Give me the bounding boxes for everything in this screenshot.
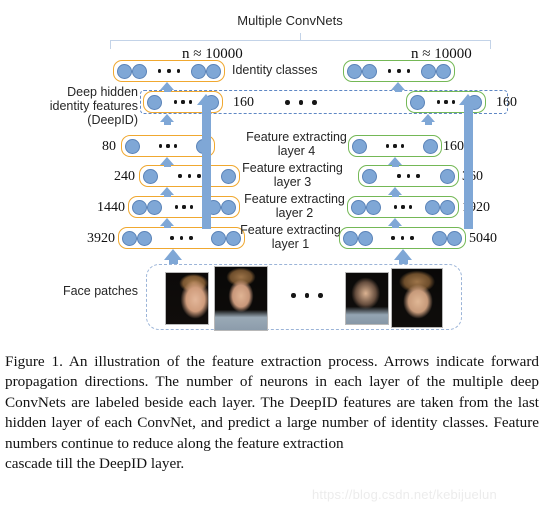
caption-body: Figure 1. An illustration of the feature… [5,353,539,452]
ellipsis [381,205,425,209]
ellipsis [377,69,421,73]
arrow-up-left-deepid-to-identity [159,82,175,92]
feature-layer2-label-line2: layer 2 [275,206,314,220]
figure-caption: Figure 1. An illustration of the feature… [5,352,539,474]
arrow-up-left-l3-to-l4 [159,157,175,167]
neuron [362,168,377,184]
face-patch-1 [165,272,209,325]
neuron [143,168,158,184]
left-deepid-count: 160 [233,95,254,110]
arrow-up-right-l3-to-l4 [387,157,403,167]
left-layer1-count: 3920 [87,231,115,246]
feature-layer3-label-line2: layer 3 [273,175,312,189]
neuron [147,94,162,110]
feature-layer1-label-line2: layer 1 [271,237,310,251]
figure-illustration: Multiple ConvNets n ≈ 10000 n ≈ 10000 16… [0,0,545,345]
neuron [447,230,462,246]
arrow-up-left-l2-to-l3 [159,187,175,197]
watermark-text: https://blog.csdn.net/kebijuelun [312,487,497,502]
neuron [147,199,162,215]
neuron [432,230,447,246]
left-layer2-count: 1440 [97,200,125,215]
neuron [221,199,236,215]
ellipsis [152,236,211,240]
face-patches-ellipsis [291,293,323,298]
neuron [421,63,436,79]
neuron [122,230,137,246]
right-deepid-count: 160 [496,95,517,110]
feature-layer2-label-line1: Feature extracting [244,192,345,206]
left-layer3-count: 240 [114,169,135,184]
arrow-up-right-l2-to-l3 [387,187,403,197]
arrow-up-right-skip-l1-to-deepid [458,94,478,229]
caption-last-line: cascade till the DeepID layer. [5,455,185,473]
neuron [440,199,455,215]
neuron [410,94,425,110]
neuron [211,230,226,246]
ellipsis [373,236,432,240]
neuron [436,63,451,79]
feature-layer1-label-line1: Feature extracting [240,223,341,237]
arrow-up-right-deepid-to-identity [390,82,406,92]
deep-hidden-label-line2: identity features [49,99,138,113]
arrow-up-left-l4-to-deepid [159,114,175,125]
ellipsis [140,144,196,148]
arrow-up-right-l4-to-deepid [420,114,436,125]
neuron [423,138,438,154]
left-layer1-row [118,227,245,249]
multiple-convnets-label: Multiple ConvNets [237,13,343,28]
left-layer2-row [128,196,240,218]
right-identity-classes-row [343,60,455,82]
neuron [347,63,362,79]
left-layer3-row [139,165,240,187]
deep-hidden-label-line1: Deep hidden [67,85,138,99]
arrow-up-right-l1-to-l2 [387,218,403,228]
right-layer1-count: 5040 [469,231,497,246]
right-layer1-row [339,227,466,249]
feature-layer4-label-line2: layer 4 [277,144,316,158]
left-identity-classes-row [113,60,225,82]
ellipsis [367,144,423,148]
neuron [221,168,236,184]
neuron [206,63,221,79]
neuron [132,63,147,79]
deep-hidden-label-line3: (DeepID) [87,113,138,127]
neuron [125,138,140,154]
identity-classes-label: Identity classes [232,63,318,77]
face-patch-2 [214,266,268,331]
neuron [191,63,206,79]
feature-layer3-label-line1: Feature extracting [242,161,343,175]
left-layer4-count: 80 [102,139,116,154]
neuron [132,199,147,215]
neuron [425,199,440,215]
convnet-ellipsis [285,100,317,105]
ellipsis [147,69,191,73]
face-patches-label: Face patches [62,284,138,298]
ellipsis [377,174,440,178]
neuron [117,63,132,79]
face-patch-4 [391,268,443,328]
feature-layer4-label-line1: Feature extracting [246,130,347,144]
arrow-up-left-l1-to-l2 [159,218,175,228]
arrow-up-left-skip-l1-to-deepid [196,94,216,229]
neuron [362,63,377,79]
neuron [358,230,373,246]
neuron [440,168,455,184]
neuron [343,230,358,246]
neuron [352,138,367,154]
neuron [137,230,152,246]
face-patch-3 [345,272,389,325]
right-layer4-row [348,135,442,157]
right-layer2-row [347,196,459,218]
neuron [351,199,366,215]
neuron [366,199,381,215]
right-layer3-row [358,165,459,187]
